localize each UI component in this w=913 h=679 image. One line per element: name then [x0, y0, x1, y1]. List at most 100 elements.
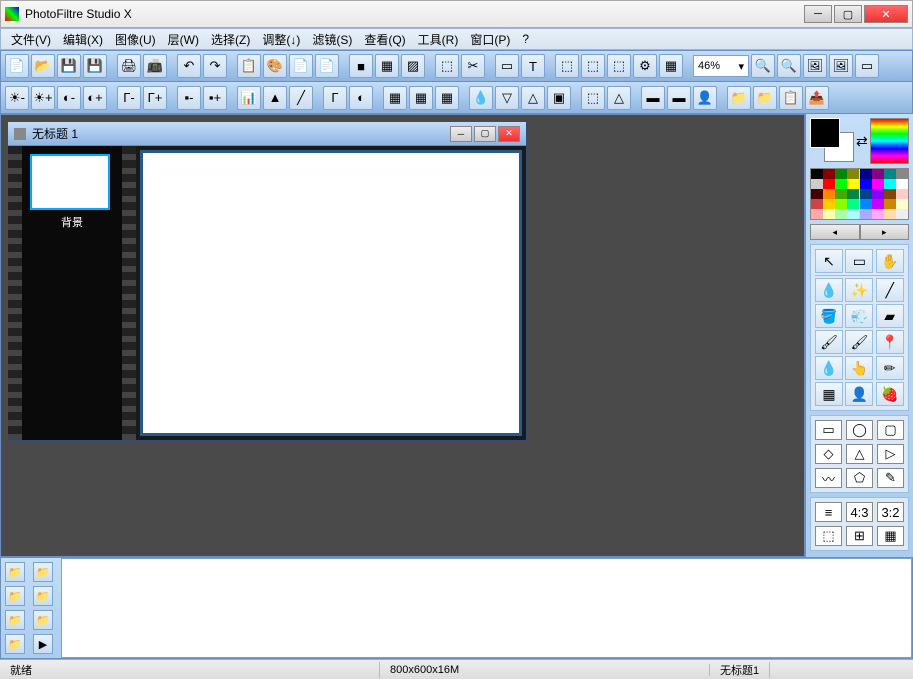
color-swatch[interactable] — [847, 199, 859, 209]
automate-icon[interactable]: ⚙ — [633, 54, 657, 78]
selection-tool-icon[interactable]: ▭ — [845, 249, 873, 273]
menu-layer[interactable]: 层(W) — [162, 29, 205, 50]
menu-adjust[interactable]: 调整(↓) — [256, 29, 306, 50]
advanced-brush-icon[interactable]: 🖌 — [845, 330, 873, 354]
brightness-minus-icon[interactable]: ☀- — [5, 86, 29, 110]
preset-3-icon[interactable]: 📁 — [5, 586, 25, 606]
layer-thumbnail[interactable] — [30, 154, 110, 210]
color-swatch[interactable] — [872, 189, 884, 199]
fill-icon[interactable]: ■ — [349, 54, 373, 78]
crop-icon[interactable]: ✂ — [461, 54, 485, 78]
blur-icon[interactable]: 💧 — [469, 86, 493, 110]
preset-play-icon[interactable]: ▶ — [33, 634, 53, 654]
preset-7-icon[interactable]: 📁 — [5, 634, 25, 654]
preset-1-icon[interactable]: 📁 — [5, 562, 25, 582]
gamma-plus-icon[interactable]: Γ+ — [143, 86, 167, 110]
soften-icon[interactable]: △ — [521, 86, 545, 110]
document-titlebar[interactable]: 无标题 1 ─ ▢ ✕ — [8, 122, 526, 146]
color-swatch[interactable] — [835, 169, 847, 179]
color-swatch[interactable] — [823, 169, 835, 179]
contrast-plus-icon[interactable]: ◐+ — [83, 86, 107, 110]
ratio-43-icon[interactable]: 4:3 — [846, 502, 873, 522]
menu-image[interactable]: 图像(U) — [109, 29, 162, 50]
color-swatch[interactable] — [872, 179, 884, 189]
gamma-minus-icon[interactable]: Γ- — [117, 86, 141, 110]
color-swatch[interactable] — [884, 199, 896, 209]
menu-select[interactable]: 选择(Z) — [205, 29, 256, 50]
contrast-minus-icon[interactable]: ◐- — [57, 86, 81, 110]
sharpen-icon[interactable]: ▽ — [495, 86, 519, 110]
copy-icon[interactable]: 📋 — [237, 54, 261, 78]
module-icon[interactable]: ▬ — [667, 86, 691, 110]
color-swatch[interactable] — [823, 209, 835, 219]
preset-4-icon[interactable]: 📁 — [33, 586, 53, 606]
color-swatch[interactable] — [835, 209, 847, 219]
prefs-icon[interactable]: ▦ — [659, 54, 683, 78]
color-swatch[interactable] — [847, 189, 859, 199]
color-swatch[interactable] — [884, 169, 896, 179]
new-icon[interactable]: 📄 — [5, 54, 29, 78]
foreground-background[interactable] — [810, 118, 854, 162]
dust-icon[interactable]: ⬚ — [581, 86, 605, 110]
preset-6-icon[interactable]: 📁 — [33, 610, 53, 630]
wand-tool-icon[interactable]: ✨ — [845, 278, 873, 302]
art-tool-icon[interactable]: 🍓 — [876, 382, 904, 406]
save-icon[interactable]: 💾 — [57, 54, 81, 78]
scan-icon[interactable]: 📠 — [143, 54, 167, 78]
blur-tool-icon[interactable]: 💧 — [815, 356, 843, 380]
curve-icon[interactable]: ╱ — [289, 86, 313, 110]
save-as-icon[interactable]: 💾 — [83, 54, 107, 78]
color-swatch[interactable] — [872, 169, 884, 179]
opt6-icon[interactable]: ▦ — [877, 526, 904, 546]
ratio-32-icon[interactable]: 3:2 — [877, 502, 904, 522]
plugin2-icon[interactable]: ⬚ — [581, 54, 605, 78]
zoom-combo[interactable]: 46% ▾ — [693, 55, 749, 77]
redeye-tool-icon[interactable]: 👤 — [845, 382, 873, 406]
zoom-out-icon[interactable]: 🔍 — [777, 54, 801, 78]
swap-colors-icon[interactable]: ⇄ — [856, 133, 868, 150]
menu-help[interactable]: ? — [516, 30, 535, 48]
opt5-icon[interactable]: ⊞ — [846, 526, 873, 546]
rectangle-shape-icon[interactable]: ▭ — [815, 420, 842, 440]
lasso-shape-icon[interactable]: 〰 — [815, 468, 842, 488]
menu-window[interactable]: 窗口(P) — [464, 29, 516, 50]
resize-icon[interactable]: ⬚ — [435, 54, 459, 78]
menu-tools[interactable]: 工具(R) — [412, 29, 465, 50]
color-swatch[interactable] — [860, 169, 872, 179]
color-swatch[interactable] — [811, 189, 823, 199]
color-swatch[interactable] — [811, 169, 823, 179]
color-swatch[interactable] — [860, 199, 872, 209]
doc-minimize-button[interactable]: ─ — [450, 126, 472, 142]
sepia-icon[interactable]: ▦ — [409, 86, 433, 110]
photo-mask-icon[interactable]: ▦ — [435, 86, 459, 110]
color-swatch[interactable] — [872, 209, 884, 219]
menu-view[interactable]: 查看(Q) — [358, 29, 411, 50]
plugin3-icon[interactable]: ⬚ — [607, 54, 631, 78]
doc-close-button[interactable]: ✕ — [498, 126, 520, 142]
canvas[interactable] — [140, 150, 522, 436]
color-swatch[interactable] — [860, 189, 872, 199]
browse-icon[interactable]: 📁 — [753, 86, 777, 110]
palette-next-button[interactable]: ▸ — [860, 224, 910, 240]
color-swatch[interactable] — [811, 199, 823, 209]
auto-contrast-icon[interactable]: ◐ — [349, 86, 373, 110]
color-swatch[interactable] — [860, 179, 872, 189]
selection-icon[interactable]: ▭ — [495, 54, 519, 78]
redo-icon[interactable]: ↷ — [203, 54, 227, 78]
plugin1-icon[interactable]: ⬚ — [555, 54, 579, 78]
histogram-icon[interactable]: 📊 — [237, 86, 261, 110]
color-swatch[interactable] — [884, 209, 896, 219]
levels-icon[interactable]: ▲ — [263, 86, 287, 110]
color-swatch[interactable] — [847, 169, 859, 179]
rgb-icon[interactable]: ▦ — [375, 54, 399, 78]
brush-tool-icon[interactable]: 🖌 — [815, 330, 843, 354]
color-swatch[interactable] — [884, 189, 896, 199]
color-icon[interactable]: 🎨 — [263, 54, 287, 78]
color-swatch[interactable] — [860, 209, 872, 219]
paste2-icon[interactable]: 📄 — [315, 54, 339, 78]
clone-tool-icon[interactable]: ✏ — [876, 356, 904, 380]
gradient-icon[interactable]: ▬ — [641, 86, 665, 110]
color-swatch[interactable] — [835, 179, 847, 189]
color-swatch[interactable] — [835, 189, 847, 199]
transparency-icon[interactable]: ▨ — [401, 54, 425, 78]
